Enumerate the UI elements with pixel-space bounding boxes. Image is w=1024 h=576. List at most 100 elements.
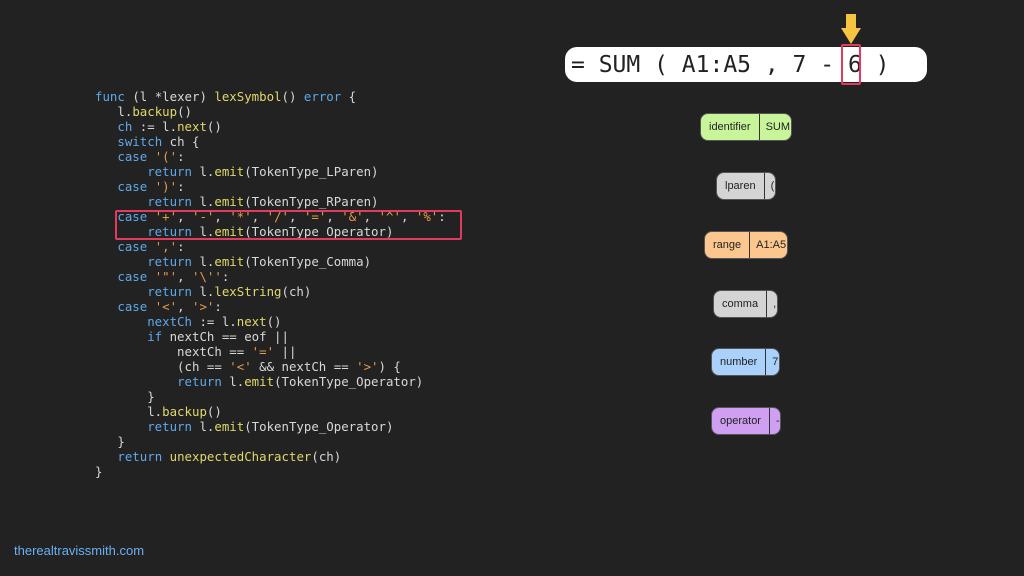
code-token: () xyxy=(266,314,282,329)
code-token: l. xyxy=(221,374,245,389)
down-arrow-icon xyxy=(841,14,861,44)
token-type-label: operator xyxy=(712,408,770,434)
code-token: '>' xyxy=(192,299,215,314)
code-token: next xyxy=(236,314,267,329)
code-token: (ch) xyxy=(311,449,342,464)
code-line: nextCh == '=' || xyxy=(95,344,446,359)
code-token: emit xyxy=(214,164,245,179)
token-comma: comma, xyxy=(713,290,778,318)
code-line: } xyxy=(95,434,446,449)
code-token: nextCh == eof || xyxy=(162,329,289,344)
code-line: return l.emit(TokenType_RParen) xyxy=(95,194,446,209)
code-token: ch xyxy=(117,119,133,134)
code-token: next xyxy=(177,119,207,134)
token-type-label: number xyxy=(712,349,767,375)
token-value-label: 7 xyxy=(772,356,779,368)
code-token: (TokenType_LParen) xyxy=(244,164,379,179)
code-listing: func (l *lexer) lexSymbol() error { l.ba… xyxy=(95,89,446,479)
code-token: emit xyxy=(214,254,245,269)
code-line: (ch == '<' && nextCh == '>') { xyxy=(95,359,446,374)
code-line: l.backup() xyxy=(95,104,446,119)
code-token: : xyxy=(214,299,222,314)
code-token: ) { xyxy=(378,359,401,374)
code-line: switch ch { xyxy=(95,134,446,149)
code-line: } xyxy=(95,389,446,404)
code-token: : xyxy=(221,269,230,284)
code-token: '(' xyxy=(154,149,178,164)
code-token: case xyxy=(117,179,148,194)
code-line: case ',': xyxy=(95,239,446,254)
code-token: := l. xyxy=(191,314,237,329)
code-token: unexpectedCharacter xyxy=(169,449,312,464)
code-token: , xyxy=(177,269,193,284)
code-token: nextCh xyxy=(147,314,192,329)
code-token: return xyxy=(177,374,222,389)
code-token: (l *lexer) xyxy=(132,89,215,104)
code-line: nextCh := l.next() xyxy=(95,314,446,329)
code-token: ')' xyxy=(154,179,178,194)
formula-bar: = SUM ( A1:A5 , 7 - 6 ) xyxy=(565,47,927,82)
code-token: (ch == xyxy=(95,359,230,374)
code-token: lexSymbol xyxy=(214,89,282,104)
code-token: } xyxy=(95,434,125,449)
code-line: case '"', '\'': xyxy=(95,269,446,284)
code-token: { xyxy=(341,89,357,104)
code-token: l. xyxy=(191,419,215,434)
code-token: '"' xyxy=(154,269,178,284)
code-token: '>' xyxy=(356,359,379,374)
token-type-label: comma xyxy=(714,291,768,317)
code-line: return l.lexString(ch) xyxy=(95,284,446,299)
code-token: (TokenType_Operator) xyxy=(274,374,424,389)
code-token: } xyxy=(95,389,155,404)
code-token: switch xyxy=(117,134,163,149)
code-token: case xyxy=(117,269,148,284)
code-token: error xyxy=(303,89,342,104)
code-token: emit xyxy=(214,194,245,209)
code-line: if nextCh == eof || xyxy=(95,329,446,344)
code-line: return l.emit(TokenType_Comma) xyxy=(95,254,446,269)
token-type-label: identifier xyxy=(701,114,760,140)
code-token: l. xyxy=(191,194,215,209)
code-token: , xyxy=(177,299,193,314)
code-line: return unexpectedCharacter(ch) xyxy=(95,449,446,464)
token-type-label: range xyxy=(705,232,751,258)
code-token: case xyxy=(117,299,148,314)
code-token: return xyxy=(147,164,192,179)
code-token: ',' xyxy=(154,239,178,254)
code-token: (TokenType_Operator) xyxy=(244,419,394,434)
code-token: && nextCh == xyxy=(251,359,357,374)
credit-text: therealtravissmith.com xyxy=(14,543,145,558)
code-token: () xyxy=(206,404,222,419)
code-token: : xyxy=(177,149,185,164)
code-token: return xyxy=(147,419,192,434)
code-token: '=' xyxy=(251,344,275,359)
code-token: return xyxy=(147,194,192,209)
code-line: return l.emit(TokenType_LParen) xyxy=(95,164,446,179)
code-token: if xyxy=(147,329,163,344)
code-token: l. xyxy=(191,254,215,269)
code-line: ch := l.next() xyxy=(95,119,446,134)
code-token: (TokenType_RParen) xyxy=(244,194,379,209)
code-token: l. xyxy=(191,164,215,179)
code-token: (TokenType_Comma) xyxy=(244,254,372,269)
code-token: return xyxy=(117,449,163,464)
code-token: l. xyxy=(95,104,133,119)
token-value-label: ( xyxy=(770,180,775,192)
token-value-label: , xyxy=(773,298,777,310)
code-token: backup xyxy=(162,404,207,419)
token-value-label: A1:A5 xyxy=(756,239,787,251)
